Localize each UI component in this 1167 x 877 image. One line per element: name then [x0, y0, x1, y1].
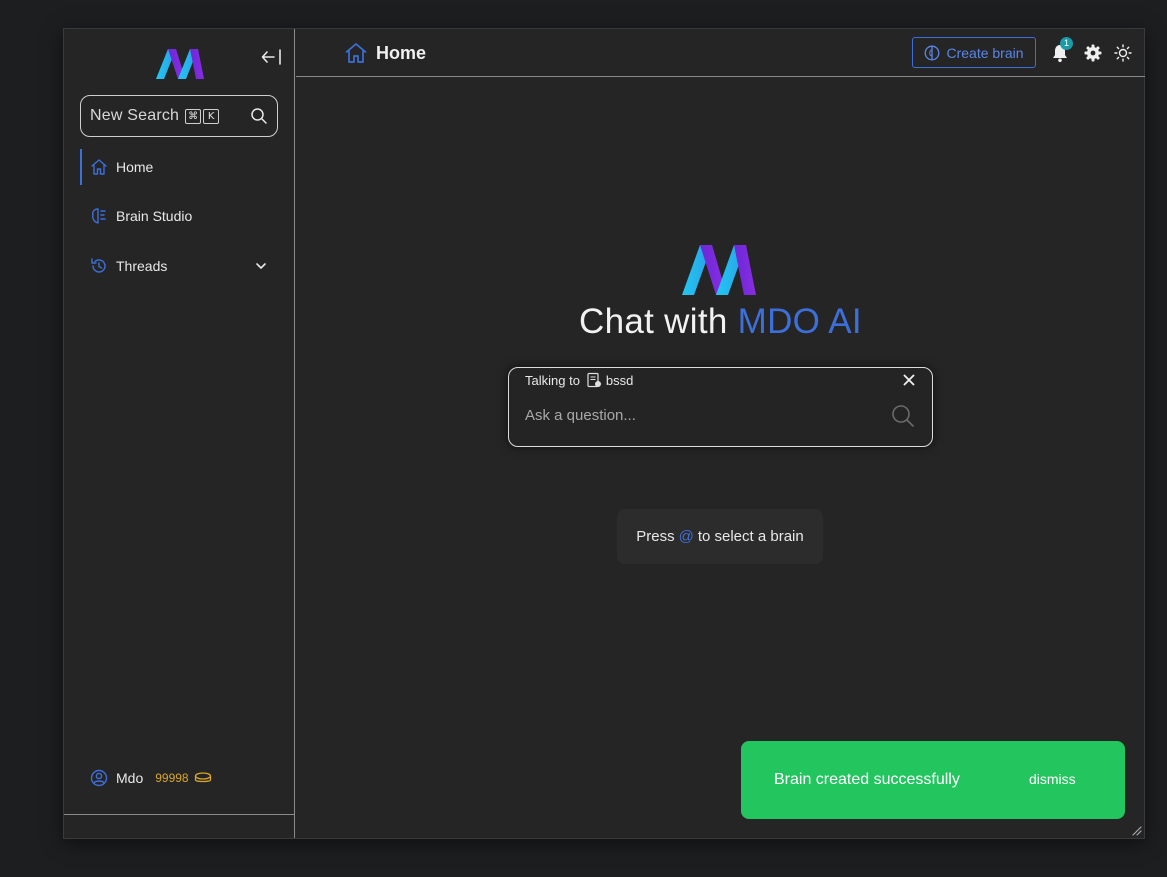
sidebar-item-label: Threads [116, 258, 168, 274]
success-toast: Brain created successfully dismiss [741, 741, 1125, 819]
close-icon[interactable] [902, 373, 916, 387]
brain-icon [925, 45, 940, 60]
keyboard-shortcut: ⌘ K [185, 108, 220, 124]
credits-count: 99998 [155, 771, 189, 785]
new-search-button[interactable]: New Search ⌘ K [80, 95, 278, 137]
sidebar-item-brain-studio[interactable]: Brain Studio [80, 198, 278, 234]
arrow-left-bar-icon [261, 49, 281, 65]
mdo-logo-large [682, 245, 756, 295]
notification-badge: 1 [1060, 37, 1073, 50]
hint-key: @ [678, 528, 694, 545]
chevron-down-icon[interactable] [254, 259, 268, 276]
hint-suffix: to select a brain [697, 528, 804, 545]
cmd-key: ⌘ [185, 108, 202, 124]
hero-heading: Chat with MDO AI [296, 302, 1145, 342]
hero-accent: MDO AI [737, 302, 862, 341]
resize-handle-icon[interactable] [1130, 824, 1142, 836]
breadcrumb: Home [344, 41, 426, 65]
mdo-logo [156, 49, 204, 79]
brain-studio-icon [90, 207, 108, 225]
document-icon [586, 372, 602, 388]
search-icon[interactable] [891, 404, 915, 428]
sidebar-item-label: Brain Studio [116, 208, 193, 224]
topbar: Home Create brain 1 [296, 29, 1145, 77]
history-icon [90, 257, 108, 275]
gear-icon[interactable] [1084, 44, 1102, 62]
home-icon [344, 41, 368, 65]
sun-icon[interactable] [1114, 44, 1132, 62]
hero-prefix: Chat with [579, 302, 738, 341]
brain-name: bssd [605, 372, 634, 388]
page-title: Home [376, 42, 427, 63]
user-profile[interactable]: Mdo 99998 [90, 769, 212, 787]
user-circle-icon [90, 769, 108, 787]
talking-to-indicator: Talking to bssd [525, 372, 633, 388]
sidebar-item-home[interactable]: Home [80, 149, 278, 185]
coin-icon [194, 772, 212, 784]
sidebar-item-label: Home [116, 159, 154, 175]
sidebar: New Search ⌘ K Home Brain Studio Threads… [64, 29, 295, 838]
app-window: New Search ⌘ K Home Brain Studio Threads… [63, 28, 1145, 839]
collapse-sidebar-button[interactable] [260, 47, 284, 67]
home-icon [90, 158, 108, 176]
new-search-label: New Search [90, 107, 180, 124]
create-brain-button[interactable]: Create brain [912, 37, 1036, 68]
chat-input-box: Talking to bssd [508, 367, 933, 447]
dismiss-button[interactable]: dismiss [1029, 771, 1076, 787]
talking-to-label: Talking to [525, 372, 580, 388]
create-brain-label: Create brain [946, 44, 1024, 61]
sidebar-item-threads[interactable]: Threads [80, 248, 278, 284]
search-icon [250, 107, 268, 125]
hint-prefix: Press [636, 528, 675, 545]
brain-select-hint: Press @ to select a brain [617, 509, 823, 564]
user-name: Mdo [116, 770, 144, 786]
sidebar-divider [64, 814, 295, 815]
k-key: K [203, 108, 220, 124]
ask-question-input[interactable] [525, 402, 875, 428]
toast-message: Brain created successfully [774, 771, 960, 788]
